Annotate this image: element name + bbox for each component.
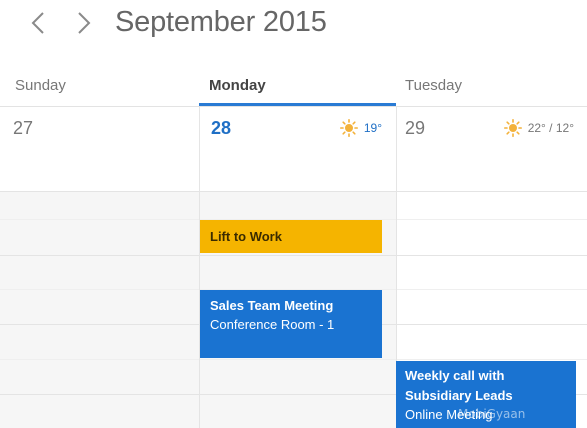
grid-line	[0, 359, 587, 360]
event-weekly-call[interactable]: Weekly call with Subsidiary Leads Online…	[396, 361, 576, 428]
sun-icon	[503, 119, 522, 137]
month-title: September 2015	[115, 6, 327, 38]
day-header-sunday[interactable]: Sunday	[15, 77, 66, 107]
chevron-left-icon	[31, 12, 44, 34]
weather-forecast: 22° / 12°	[503, 119, 574, 137]
day-header-tuesday[interactable]: Tuesday	[405, 77, 462, 107]
weather-forecast: 19°	[339, 119, 382, 137]
grid-line	[0, 191, 587, 192]
event-location: Conference Room - 1	[210, 317, 335, 332]
sun-icon	[339, 119, 358, 137]
date-number: 27	[13, 118, 34, 138]
weather-temperature: 22° / 12°	[527, 121, 574, 135]
chevron-right-icon	[78, 12, 91, 34]
event-sales-team-meeting[interactable]: Sales Team Meeting Conference Room - 1	[200, 290, 382, 358]
event-lift-to-work[interactable]: Lift to Work	[200, 220, 382, 253]
date-number-today: 28	[211, 118, 232, 138]
event-title: Lift to Work	[210, 229, 282, 244]
event-title: Weekly call with Subsidiary Leads	[405, 368, 513, 403]
previous-month-button[interactable]	[27, 12, 49, 34]
calendar-app: September 2015 Sunday Monday Tuesday 27 …	[0, 0, 587, 428]
selected-day-indicator	[199, 103, 396, 106]
date-number: 29	[405, 118, 426, 138]
weather-temperature: 19°	[363, 121, 382, 135]
event-title: Sales Team Meeting	[210, 298, 334, 313]
next-month-button[interactable]	[73, 12, 95, 34]
event-location: Online Meeting	[405, 407, 493, 422]
grid-line	[0, 255, 587, 256]
